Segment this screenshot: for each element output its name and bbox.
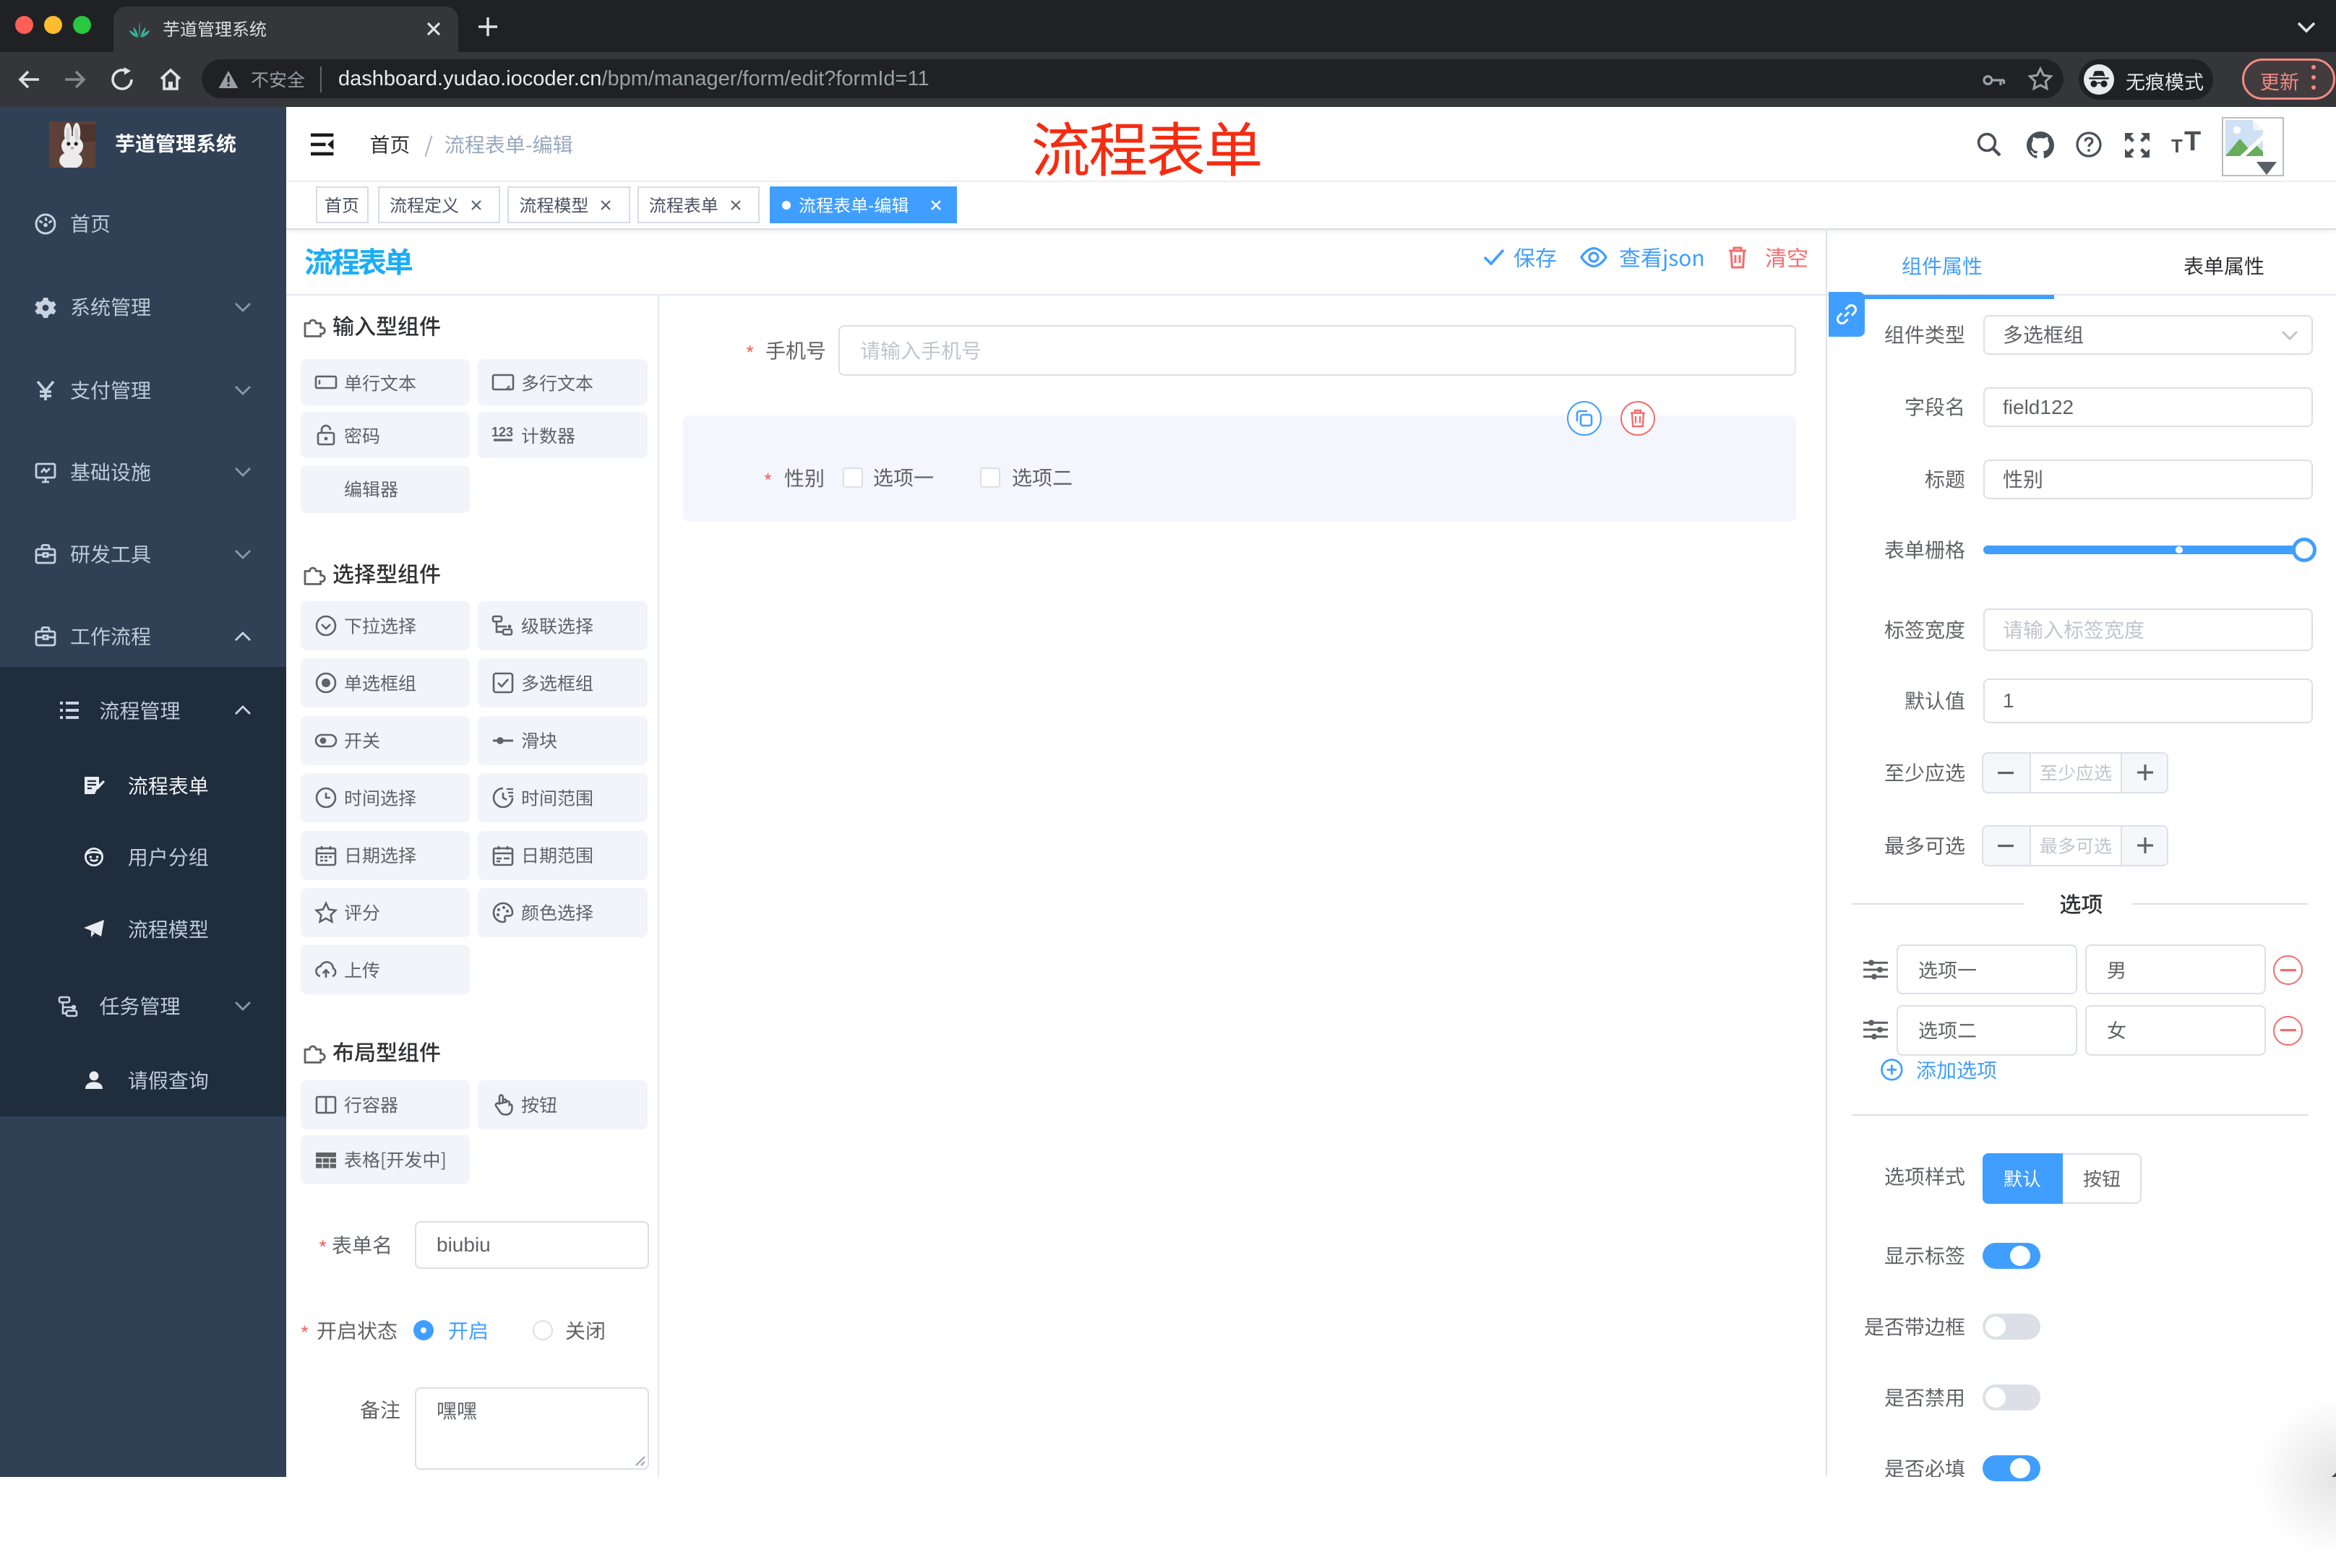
svg-text:123: 123: [491, 425, 513, 439]
